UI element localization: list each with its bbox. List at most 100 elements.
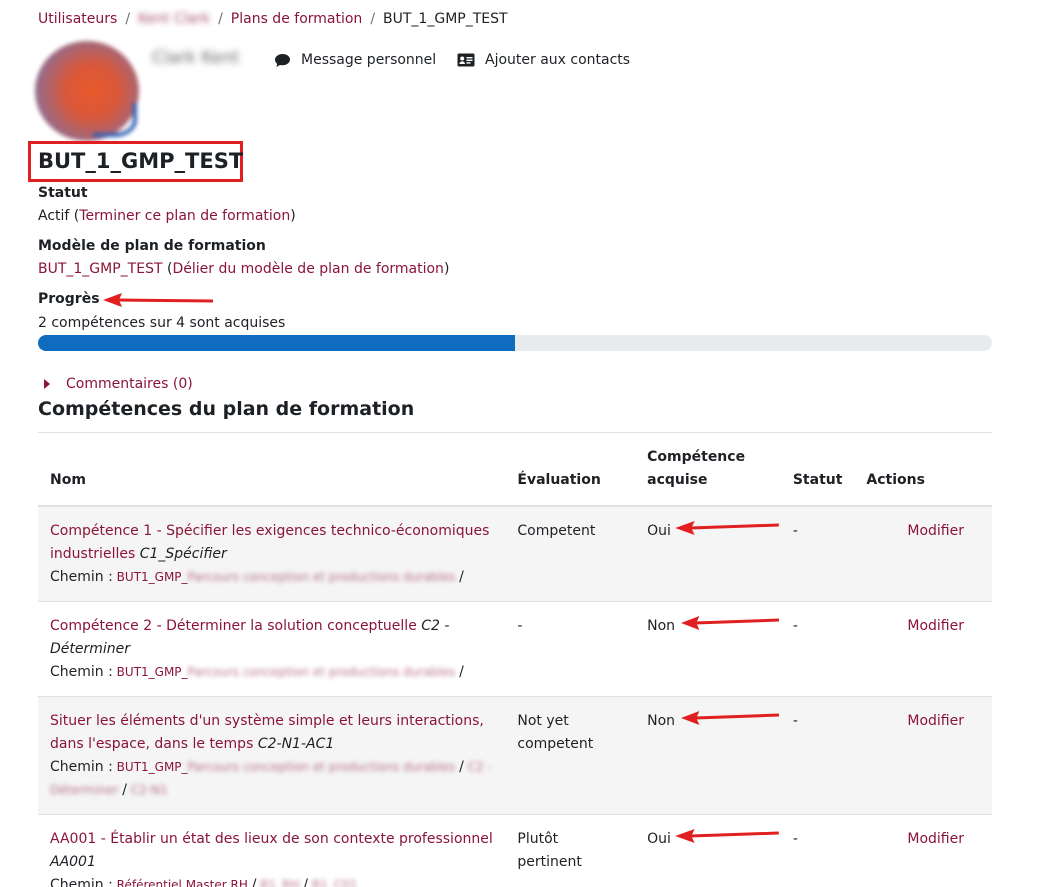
- table-row: Compétence 2 - Déterminer la solution co…: [38, 601, 992, 697]
- comments-label: Commentaires (0): [66, 376, 193, 392]
- header-acquise: Compétence acquise: [635, 440, 781, 507]
- statut-cell: -: [780, 506, 855, 602]
- acquise-cell: Non: [635, 696, 781, 815]
- statut-cell: -: [780, 601, 855, 697]
- user-fullname[interactable]: Clark Kent: [152, 48, 239, 68]
- path-link[interactable]: C2-N1: [131, 783, 168, 797]
- path-separator: /: [251, 877, 257, 887]
- acquise-value: Non: [647, 713, 676, 729]
- template-label: Modèle de plan de formation: [38, 238, 266, 254]
- breadcrumb-separator: /: [125, 11, 131, 27]
- path-link[interactable]: Parcours conception et productions durab…: [188, 665, 456, 679]
- competency-name-cell: AA001 - Établir un état des lieux de son…: [38, 814, 506, 887]
- actions-cell: Modifier: [854, 696, 992, 815]
- competency-name-link[interactable]: Compétence 1 - Spécifier les exigences t…: [50, 523, 489, 562]
- unlink-template-link[interactable]: Délier du modèle de plan de formation: [172, 261, 443, 277]
- competency-code: C1_Spécifier: [139, 546, 227, 562]
- evaluation-cell: Competent: [505, 506, 636, 602]
- table-header-row: Nom Évaluation Compétence acquise Statut …: [38, 440, 992, 507]
- breadcrumb-user-link[interactable]: Kent Clark: [138, 11, 210, 27]
- path-label: Chemin :: [50, 759, 113, 775]
- path-link[interactable]: BUT1_GMP_: [117, 570, 188, 584]
- acquise-value: Non: [647, 618, 676, 634]
- header-acquise-line1: Compétence: [647, 449, 746, 465]
- competency-name-link[interactable]: AA001 - Établir un état des lieux de son…: [50, 831, 493, 870]
- table-row: Situer les éléments d'un système simple …: [38, 696, 992, 815]
- path-separator: /: [122, 782, 127, 798]
- modify-button[interactable]: Modifier: [907, 618, 964, 634]
- modify-button[interactable]: Modifier: [907, 713, 964, 729]
- status-value-line: Actif (Terminer ce plan de formation): [38, 208, 296, 224]
- competency-name-cell: Compétence 2 - Déterminer la solution co…: [38, 601, 506, 697]
- path-link[interactable]: BUT1_GMP_: [117, 760, 188, 774]
- competency-name-link[interactable]: Compétence 2 - Déterminer la solution co…: [50, 618, 449, 657]
- red-arrow-icon: [675, 521, 780, 535]
- competency-name-link[interactable]: Situer les éléments d'un système simple …: [50, 713, 484, 752]
- acquise-cell: Non: [635, 601, 781, 697]
- breadcrumb-users-link[interactable]: Utilisateurs: [38, 11, 117, 27]
- breadcrumb-plans-link[interactable]: Plans de formation: [231, 11, 363, 27]
- path-label: Chemin :: [50, 664, 113, 680]
- message-personnel-label: Message personnel: [301, 52, 437, 68]
- breadcrumb-current: BUT_1_GMP_TEST: [383, 11, 508, 27]
- header-statut: Statut: [780, 440, 855, 507]
- actions-cell: Modifier: [854, 506, 992, 602]
- divider: [38, 432, 992, 433]
- competency-name-cell: Compétence 1 - Spécifier les exigences t…: [38, 506, 506, 602]
- competency-path: Chemin : BUT1_GMP_Parcours conception et…: [50, 661, 493, 684]
- evaluation-cell: Plutôt pertinent: [505, 814, 636, 887]
- statut-cell: -: [780, 814, 855, 887]
- breadcrumb-separator: /: [218, 11, 223, 27]
- acquise-value: Oui: [647, 831, 671, 847]
- terminate-plan-link[interactable]: Terminer ce plan de formation: [79, 208, 290, 224]
- red-arrow-icon: [681, 711, 780, 725]
- add-contact-label: Ajouter aux contacts: [485, 52, 631, 68]
- statut-cell: -: [780, 696, 855, 815]
- progress-text: 2 compétences sur 4 sont acquises: [38, 315, 286, 331]
- path-separator: /: [459, 569, 464, 585]
- competency-name-cell: Situer les éléments d'un système simple …: [38, 696, 506, 815]
- breadcrumb: Utilisateurs / Kent Clark / Plans de for…: [38, 11, 508, 27]
- path-link[interactable]: Parcours conception et productions durab…: [188, 760, 456, 774]
- path-link[interactable]: B1_C01: [312, 878, 358, 887]
- message-personnel-button[interactable]: Message personnel: [274, 52, 436, 68]
- header-actions: Actions: [854, 440, 992, 507]
- red-arrow-icon: [681, 616, 780, 630]
- path-label: Chemin :: [50, 569, 113, 585]
- path-separator: /: [459, 664, 464, 680]
- competencies-table: Nom Évaluation Compétence acquise Statut …: [38, 440, 992, 887]
- progress-bar-fill: [38, 335, 515, 351]
- actions-cell: Modifier: [854, 814, 992, 887]
- status-label: Statut: [38, 185, 88, 201]
- speech-bubble-icon: [275, 53, 290, 67]
- competency-code: AA001: [50, 854, 96, 870]
- status-value: Actif: [38, 208, 70, 224]
- template-link[interactable]: BUT_1_GMP_TEST: [38, 261, 163, 277]
- acquise-cell: Oui: [635, 506, 781, 602]
- path-link[interactable]: B1_RH: [260, 878, 299, 887]
- red-arrow-icon: [103, 293, 214, 307]
- competency-name: Compétence 1 - Spécifier les exigences t…: [50, 523, 490, 562]
- competency-code: C2-N1-AC1: [257, 736, 335, 752]
- path-link[interactable]: Parcours conception et productions durab…: [188, 570, 456, 584]
- comments-toggle[interactable]: Commentaires (0): [44, 376, 193, 392]
- breadcrumb-separator: /: [370, 11, 376, 27]
- add-contact-button[interactable]: Ajouter aux contacts: [457, 52, 630, 68]
- path-separator: /: [303, 877, 309, 887]
- path-link[interactable]: BUT1_GMP_: [117, 665, 188, 679]
- progress-label: Progrès: [38, 291, 100, 307]
- competency-path: Chemin : BUT1_GMP_Parcours conception et…: [50, 756, 493, 802]
- plan-title: BUT_1_GMP_TEST: [38, 149, 244, 173]
- evaluation-cell: Not yet competent: [505, 696, 636, 815]
- actions-cell: Modifier: [854, 601, 992, 697]
- modify-button[interactable]: Modifier: [907, 831, 964, 847]
- path-link[interactable]: Référentiel Master RH: [117, 878, 248, 887]
- avatar[interactable]: [35, 41, 139, 141]
- contact-card-icon: [457, 53, 475, 67]
- progress-bar: [38, 335, 992, 351]
- competency-name: Compétence 2 - Déterminer la solution co…: [50, 618, 417, 634]
- modify-button[interactable]: Modifier: [907, 523, 964, 539]
- table-row: Compétence 1 - Spécifier les exigences t…: [38, 506, 992, 602]
- header-nom: Nom: [38, 440, 506, 507]
- path-label: Chemin :: [50, 877, 113, 887]
